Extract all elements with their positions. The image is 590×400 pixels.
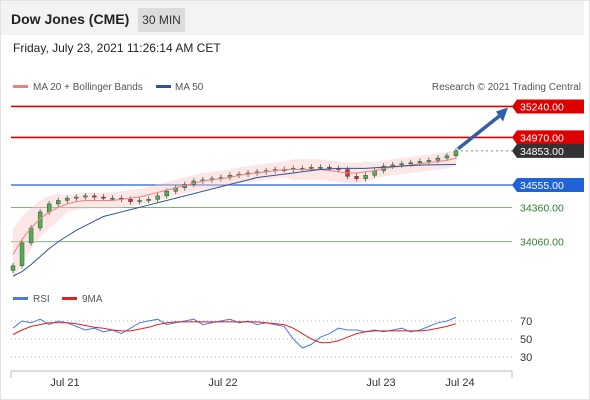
ma9-legend-swatch (62, 297, 77, 300)
candle-body (408, 162, 413, 165)
bollinger-legend-swatch (13, 85, 28, 88)
level-label-34360.00: 34360.00 (520, 202, 564, 214)
candle-body (318, 167, 323, 169)
rsi-tick-70: 70 (520, 316, 532, 328)
candle-body (453, 150, 459, 156)
candle-body (426, 160, 432, 162)
ma50-legend-label: MA 50 (175, 82, 204, 93)
candle-body (56, 200, 61, 205)
candle-body (65, 197, 70, 201)
candle-body (137, 200, 142, 202)
level-label-34970.00: 34970.00 (520, 132, 564, 144)
x-tick-Jul 23: Jul 23 (366, 377, 395, 389)
level-label-34555.00: 34555.00 (520, 180, 564, 192)
rsi-legend-swatch (13, 297, 28, 300)
candle-body (101, 196, 106, 199)
candle-body (444, 155, 450, 159)
candle-body (372, 170, 377, 176)
candle-body (164, 191, 169, 197)
ma50-legend-swatch (156, 85, 171, 88)
forecast-arrow-shaft (456, 114, 502, 151)
candle-body (399, 163, 404, 166)
candle-body (83, 195, 88, 198)
candle-body (74, 196, 79, 199)
candle-body (417, 161, 423, 163)
candle-body (155, 195, 160, 200)
rsi-legend-label: RSI (33, 294, 50, 305)
level-label-35240.00: 35240.00 (520, 101, 564, 113)
price-chart-svg: MA 20 + Bollinger Bands MA 50 Research ©… (10, 82, 584, 389)
candle-body (110, 197, 115, 200)
candle-body (19, 242, 25, 267)
candle-body (92, 195, 97, 198)
candle-body (309, 167, 314, 169)
x-tick-Jul 24: Jul 24 (445, 377, 474, 389)
bollinger-legend-label: MA 20 + Bollinger Bands (33, 82, 143, 93)
rsi-tick-50: 50 (520, 334, 532, 346)
candle-body (390, 164, 395, 167)
candle-body (363, 175, 368, 179)
candle-body (146, 199, 151, 201)
candle-body (354, 176, 359, 179)
x-tick-Jul 21: Jul 21 (50, 377, 79, 389)
level-label-34060.00: 34060.00 (520, 237, 564, 249)
candle-body (435, 157, 441, 161)
level-label-34853.00: 34853.00 (520, 146, 564, 158)
ma9-legend-label: 9MA (82, 294, 103, 305)
bollinger-band-area (13, 150, 456, 280)
rsi-tick-30: 30 (520, 352, 532, 364)
research-credit: Research © 2021 Trading Central (432, 82, 581, 93)
candle-body (10, 265, 16, 271)
rsi-ma9-line (12, 321, 457, 344)
candle-body (327, 167, 332, 169)
x-tick-Jul 22: Jul 22 (208, 377, 237, 389)
candle-body (128, 199, 133, 202)
